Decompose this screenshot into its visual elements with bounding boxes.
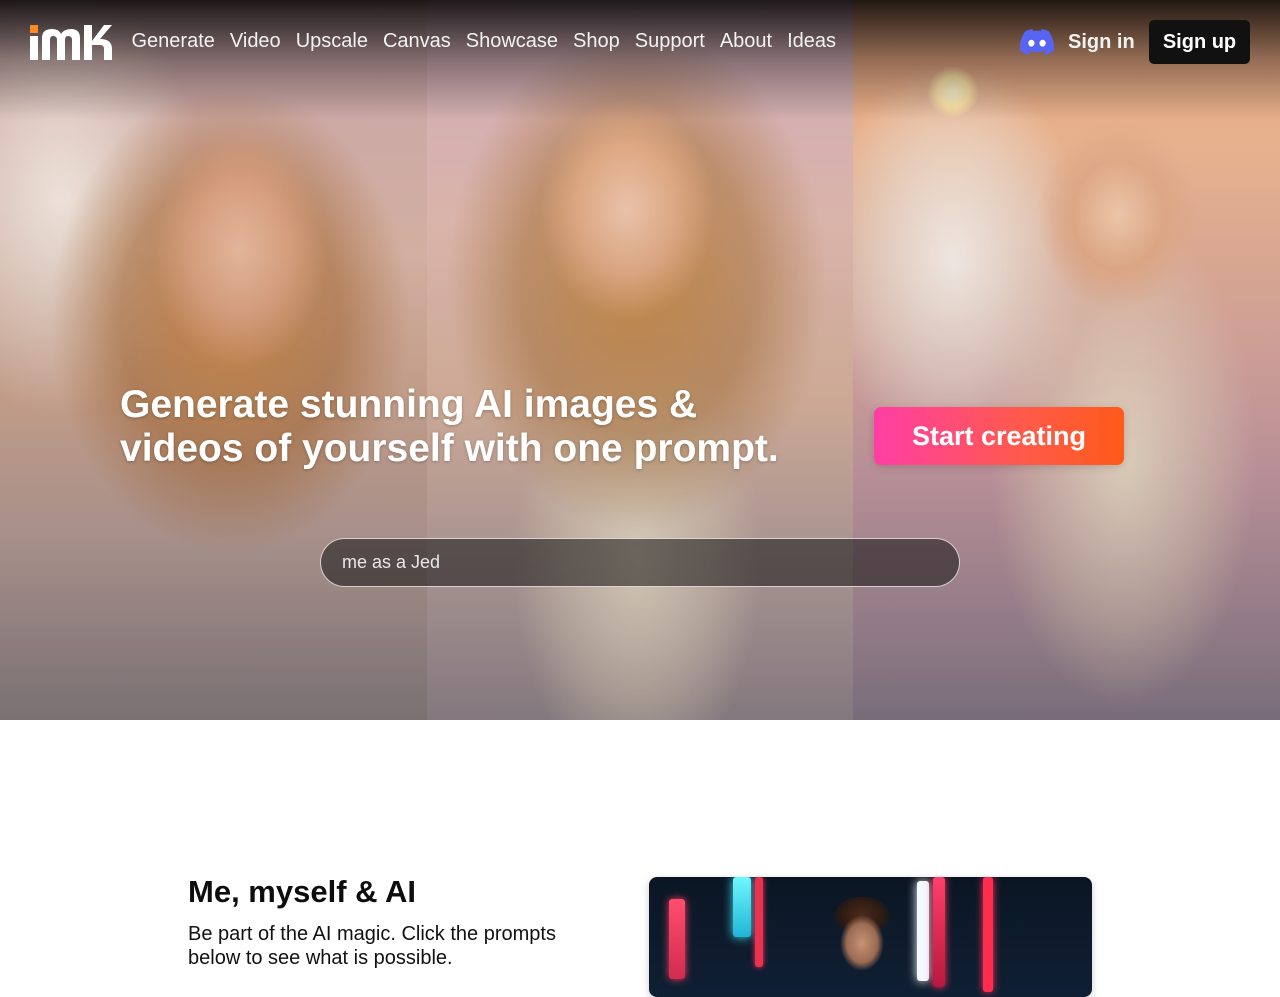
neon-sign-white (917, 881, 929, 981)
hero-headline: Generate stunning AI images & videos of … (120, 383, 779, 470)
hero-section: Generate Video Upscale Canvas Showcase S… (0, 0, 1280, 720)
nav-link-showcase[interactable]: Showcase (458, 30, 565, 52)
nav-link-canvas[interactable]: Canvas (375, 30, 458, 52)
top-navigation: Generate Video Upscale Canvas Showcase S… (0, 0, 1280, 84)
nav-link-generate[interactable]: Generate (124, 30, 222, 52)
nav-link-upscale[interactable]: Upscale (288, 30, 375, 52)
nav-link-about[interactable]: About (712, 30, 779, 52)
nav-link-support[interactable]: Support (627, 30, 712, 52)
discord-icon[interactable] (1020, 29, 1054, 55)
nav-link-video[interactable]: Video (222, 30, 288, 52)
section-subtitle: Be part of the AI magic. Click the promp… (188, 923, 556, 969)
hero-overlay (0, 0, 1280, 720)
sign-in-link[interactable]: Sign in (1068, 31, 1135, 53)
neon-sign-cyan (733, 877, 751, 937)
start-creating-button[interactable]: Start creating (874, 407, 1124, 465)
prompt-input[interactable]: me as a Jed (320, 538, 960, 587)
logo[interactable] (30, 25, 112, 60)
neon-sign-far-right (983, 877, 993, 992)
preview-image[interactable] (649, 877, 1092, 997)
nav-link-shop[interactable]: Shop (566, 30, 628, 52)
neon-sign-left (669, 899, 685, 979)
nav-links: Generate Video Upscale Canvas Showcase S… (124, 30, 844, 52)
preview-person (831, 897, 893, 977)
neon-sign-red (755, 877, 763, 967)
intro-section: Me, myself & AI Be part of the AI magic.… (0, 720, 1280, 997)
sign-up-button[interactable]: Sign up (1149, 20, 1250, 64)
neon-sign-right (933, 877, 945, 987)
section-title: Me, myself & AI (188, 874, 416, 909)
prompt-input-text: me as a Jed (342, 552, 441, 572)
nav-link-ideas[interactable]: Ideas (780, 30, 844, 52)
